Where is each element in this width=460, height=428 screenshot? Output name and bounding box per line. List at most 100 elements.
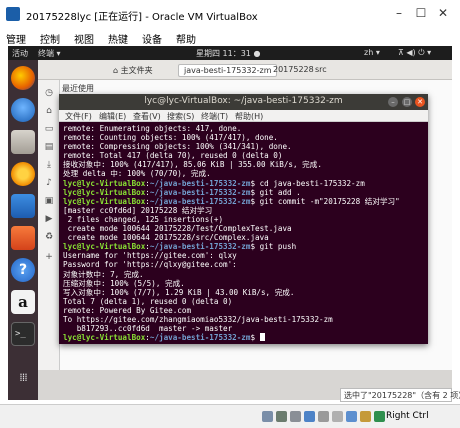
sidebar-recent-label: 最近使用 <box>62 84 94 93</box>
videos-icon[interactable]: ▶ <box>44 214 54 224</box>
maximize-icon[interactable]: ☐ <box>414 6 428 20</box>
prompt-user: lyc@lyc-VirtualBox <box>63 333 146 342</box>
menu-devices[interactable]: 设备 <box>142 31 162 46</box>
menu-control[interactable]: 控制 <box>40 31 60 46</box>
terminal-icon[interactable]: >_ <box>11 322 35 346</box>
usb-icon[interactable] <box>318 411 329 422</box>
crumb-home[interactable]: ⌂ 主文件夹 <box>108 64 158 77</box>
menu-help[interactable]: 帮助 <box>176 31 196 46</box>
prompt-user: lyc@lyc-VirtualBox <box>63 178 146 188</box>
terminal-line: To https://gitee.com/zhangmiaomiao5332/j… <box>63 314 333 324</box>
prompt-user: lyc@lyc-VirtualBox <box>63 242 146 252</box>
terminal-line: 对象计数中: 7, 完成. <box>63 269 144 279</box>
terminal-cursor <box>259 333 265 342</box>
terminal-line: lyc@lyc-VirtualBox:~/java-besti-175332-z… <box>63 333 425 342</box>
term-menu-edit[interactable]: 编辑(E) <box>99 111 126 122</box>
terminal-line: [master cc0fd6d] 20175228 结对学习 <box>63 205 213 215</box>
recording-icon[interactable] <box>360 411 371 422</box>
terminal-line: create mode 100644 20175228/Test/Complex… <box>63 224 292 234</box>
prompt-path: ~/java-besti-175332-zm <box>149 242 251 252</box>
term-menu-file[interactable]: 文件(F) <box>65 111 92 122</box>
terminal-titlebar[interactable]: lyc@lyc-VirtualBox: ~/java-besti-175332-… <box>59 94 428 110</box>
crumb-src[interactable]: src <box>310 64 332 77</box>
help-icon[interactable]: ? <box>11 258 35 282</box>
files-icon[interactable] <box>11 130 35 154</box>
virtualbox-menubar: 管理 控制 视图 热键 设备 帮助 <box>0 28 460 46</box>
app-menu[interactable]: 终端 ▾ <box>38 48 61 59</box>
home-icon[interactable]: ⌂ <box>44 106 54 116</box>
ubuntu-dock: ? a >_ ⁞⁞⁞ <box>8 60 38 400</box>
term-menu-search[interactable]: 搜索(S) <box>167 111 194 122</box>
trash-icon[interactable]: ♻ <box>44 232 54 242</box>
music-icon[interactable]: ♪ <box>44 178 54 188</box>
terminal-line: 处理 delta 中: 100% (70/70), 完成. <box>63 169 211 179</box>
terminal-line: lyc@lyc-VirtualBox:~/java-besti-175332-z… <box>63 188 425 197</box>
mouse-integration-icon[interactable] <box>374 411 385 422</box>
terminal-line: 2 files changed, 125 insertions(+) <box>63 214 224 224</box>
window-title: 20175228lyc [正在运行] - Oracle VM VirtualBo… <box>26 12 258 23</box>
activities-button[interactable]: 活动 <box>12 48 28 59</box>
prompt-path: ~/java-besti-175332-zm <box>149 178 251 188</box>
hdd-icon[interactable] <box>262 411 273 422</box>
prompt-path: ~/java-besti-175332-zm <box>149 196 251 206</box>
terminal-line: Username for 'https://gitee.com': qlxy <box>63 251 237 261</box>
terminal-line: lyc@lyc-VirtualBox:~/java-besti-175332-z… <box>63 197 425 206</box>
terminal-maximize-icon[interactable]: □ <box>402 97 412 107</box>
menu-manage[interactable]: 管理 <box>6 31 26 46</box>
virtualbox-titlebar: 20175228lyc [正在运行] - Oracle VM VirtualBo… <box>0 0 460 28</box>
virtualbox-statusbar: Right Ctrl <box>0 404 460 428</box>
display-icon[interactable] <box>346 411 357 422</box>
optical-drive-icon[interactable] <box>276 411 287 422</box>
amazon-icon[interactable]: a <box>11 290 35 314</box>
rhythmbox-icon[interactable] <box>11 162 35 186</box>
terminal-menubar: 文件(F) 编辑(E) 查看(V) 搜索(S) 终端(T) 帮助(H) <box>59 110 428 122</box>
terminal-line: 压缩对象中: 100% (5/5), 完成. <box>63 278 185 288</box>
command-text: $ git add . <box>250 187 301 197</box>
terminal-line: Password for 'https://qlxy@gitee.com': <box>63 260 237 270</box>
prompt-user: lyc@lyc-VirtualBox <box>63 187 146 197</box>
terminal-window[interactable]: lyc@lyc-VirtualBox: ~/java-besti-175332-… <box>59 94 428 344</box>
system-indicators[interactable]: ⊼ ◀) ⏻ ▾ <box>398 48 431 58</box>
command-text: $ cd java-besti-175332-zm <box>250 178 365 188</box>
term-menu-terminal[interactable]: 终端(T) <box>201 111 228 122</box>
terminal-output[interactable]: remote: Enumerating objects: 417, done. r… <box>63 124 425 342</box>
terminal-line: b817293..cc0fd6d master -> master <box>63 324 233 334</box>
network-icon[interactable] <box>304 411 315 422</box>
terminal-line: remote: Total 417 (delta 70), reused 0 (… <box>63 151 283 161</box>
terminal-line: lyc@lyc-VirtualBox:~/java-besti-175332-z… <box>63 242 425 251</box>
file-manager-sidebar: ◷ ⌂ ▭ ▤ ⤓ ♪ ▣ ▶ ♻ + <box>38 80 60 370</box>
close-icon[interactable]: ✕ <box>436 6 450 20</box>
virtualbox-app-icon <box>6 7 20 21</box>
crumb-repo[interactable]: java-besti-175332-zm <box>178 64 278 77</box>
audio-icon[interactable] <box>290 411 301 422</box>
clock[interactable]: 星期四 11：31 ● <box>196 48 260 59</box>
libreoffice-writer-icon[interactable] <box>11 194 35 218</box>
other-locations-icon[interactable]: + <box>44 252 54 262</box>
desktop-icon[interactable]: ▭ <box>44 124 54 134</box>
term-menu-help[interactable]: 帮助(H) <box>235 111 263 122</box>
terminal-line: remote: Counting objects: 100% (417/417)… <box>63 133 278 143</box>
shared-folders-icon[interactable] <box>332 411 343 422</box>
documents-icon[interactable]: ▤ <box>44 142 54 152</box>
downloads-icon[interactable]: ⤓ <box>44 160 54 170</box>
pictures-icon[interactable]: ▣ <box>44 196 54 206</box>
file-manager-header: ⌂ 主文件夹 java-besti-175332-zm 20175228 src <box>38 60 452 80</box>
term-menu-view[interactable]: 查看(V) <box>133 111 161 122</box>
prompt-path: ~/java-besti-175332-zm <box>149 333 251 342</box>
prompt-user: lyc@lyc-VirtualBox <box>63 196 146 206</box>
terminal-line: lyc@lyc-VirtualBox:~/java-besti-175332-z… <box>63 179 425 188</box>
terminal-close-icon[interactable]: ✕ <box>415 97 425 107</box>
input-method[interactable]: zh ▾ <box>364 48 380 57</box>
recent-icon[interactable]: ◷ <box>44 88 54 98</box>
show-apps-icon[interactable]: ⁞⁞⁞ <box>11 366 35 390</box>
command-text: $ git push <box>250 242 297 252</box>
minimize-icon[interactable]: – <box>392 6 406 20</box>
firefox-icon[interactable] <box>11 66 35 90</box>
menu-view[interactable]: 视图 <box>74 31 94 46</box>
menu-hotkey[interactable]: 热键 <box>108 31 128 46</box>
thunderbird-icon[interactable] <box>11 98 35 122</box>
ubuntu-software-icon[interactable] <box>11 226 35 250</box>
terminal-line: 写入对象中: 100% (7/7), 1.29 KiB | 43.00 KiB/… <box>63 287 295 297</box>
command-text: $ git commit -m"20175228 结对学习" <box>250 196 400 206</box>
terminal-minimize-icon[interactable]: – <box>388 97 398 107</box>
